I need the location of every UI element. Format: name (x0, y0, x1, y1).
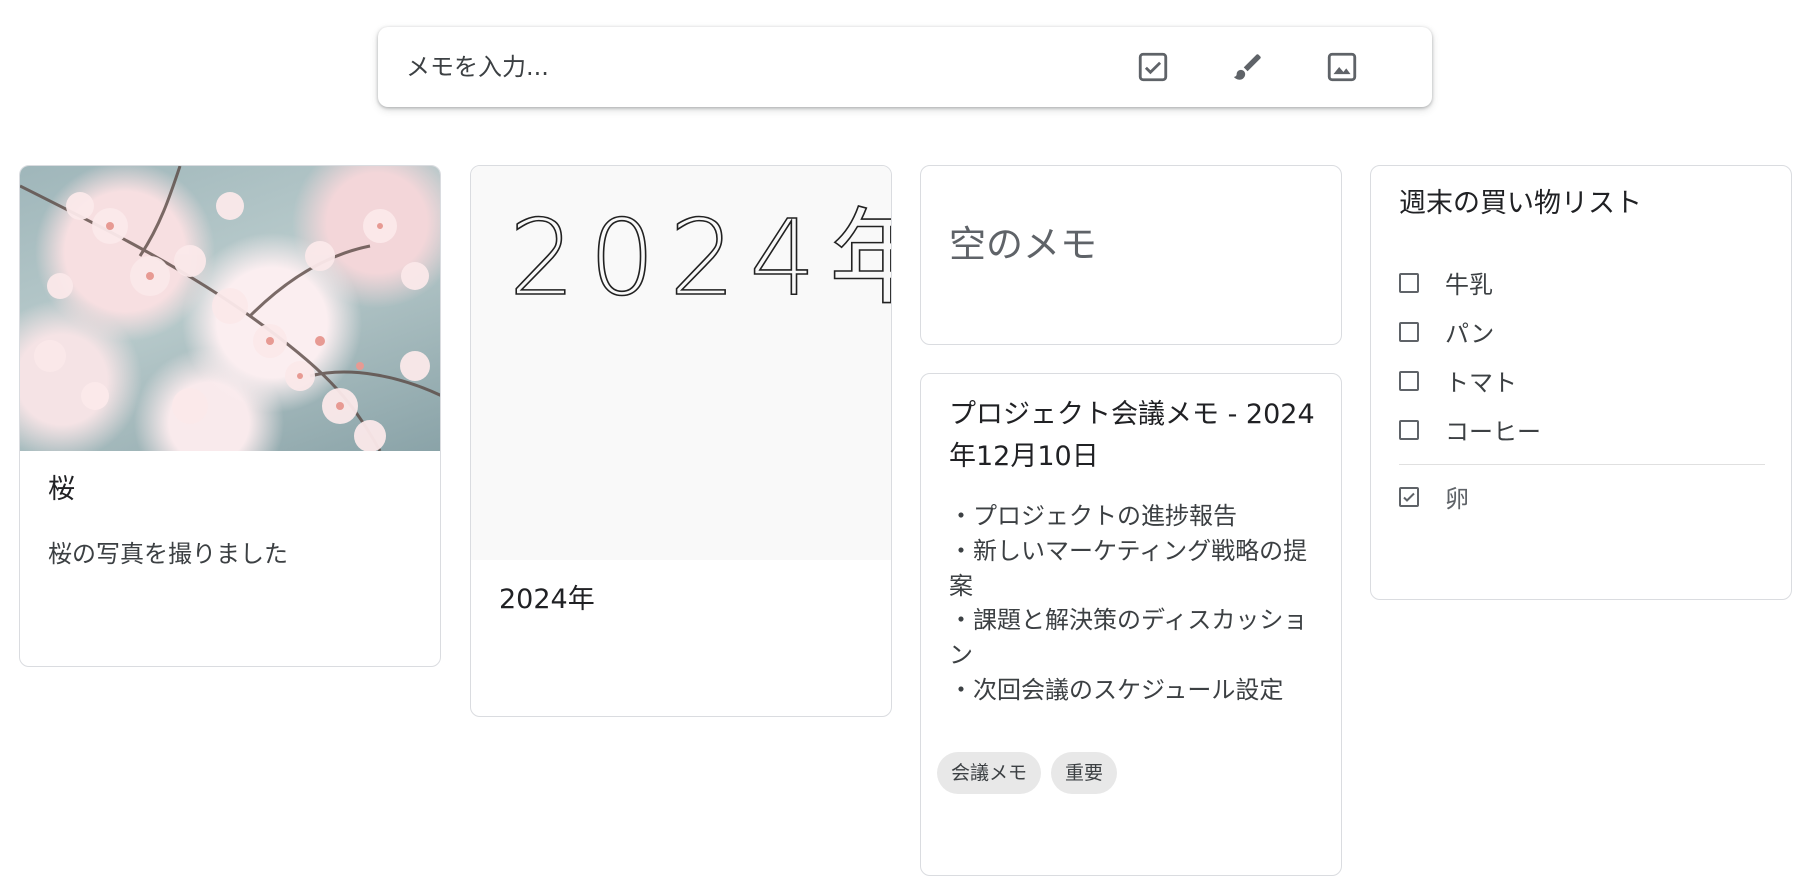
checklist-item-text: パン (1445, 320, 1495, 348)
checkmark-icon (1403, 492, 1415, 502)
checkbox[interactable] (1399, 272, 1419, 293)
new-drawing-button[interactable] (1224, 43, 1272, 91)
checkbox[interactable] (1399, 321, 1419, 342)
image-icon (1327, 52, 1357, 82)
note-card-drawing[interactable]: 2024年 2024年 (470, 165, 892, 717)
checklist-item: トマト (1399, 356, 1765, 405)
note-line: ・プロジェクトの進捗報告 (949, 502, 1237, 530)
note-card-meeting[interactable]: プロジェクト会議メモ - 2024年12月10日 ・プロジェクトの進捗報告 ・新… (920, 373, 1342, 876)
note-line: ・次回会議のスケジュール設定 (949, 675, 1284, 704)
checklist-item: パン (1399, 307, 1765, 356)
note-card-shopping-list[interactable]: 週末の買い物リスト 牛乳 パン トマト コーヒー 卵 (1370, 165, 1792, 600)
note-title: 2024年 (499, 584, 595, 615)
note-card-sakura[interactable]: 桜 桜の写真を撮りました (19, 165, 441, 667)
checklist-item-checked: 卵 (1399, 472, 1765, 521)
sakura-photo (20, 166, 440, 451)
checkbox-icon (1138, 52, 1168, 82)
checkbox[interactable] (1399, 370, 1419, 391)
new-list-button[interactable] (1129, 43, 1177, 91)
checklist-item-text: 卵 (1445, 485, 1469, 513)
checklist-item: 牛乳 (1399, 258, 1765, 307)
label-chips: 会議メモ 重要 (937, 752, 1118, 794)
drawing-canvas: 2024年 (471, 166, 891, 560)
label-chip[interactable]: 重要 (1051, 752, 1118, 794)
note-line: ・課題と解決策のディスカッション (949, 606, 1308, 670)
handwriting-drawing: 2024年 (508, 196, 892, 320)
note-card-empty[interactable]: 空のメモ (920, 165, 1342, 345)
brush-icon (1233, 54, 1261, 80)
checkbox[interactable] (1399, 419, 1419, 440)
note-text: 桜の写真を撮りました (48, 540, 288, 568)
svg-text:2024年: 2024年 (509, 197, 892, 319)
note-title: 空のメモ (949, 223, 1097, 266)
take-note-placeholder[interactable]: メモを入力... (406, 27, 549, 107)
new-image-button[interactable] (1318, 43, 1366, 91)
note-line: ・新しいマーケティング戦略の提案 (949, 536, 1308, 600)
checklist-item-text: トマト (1445, 369, 1517, 397)
note-title: 桜 (48, 474, 75, 505)
checklist: 牛乳 パン トマト コーヒー 卵 (1399, 258, 1765, 521)
note-title: プロジェクト会議メモ - 2024年12月10日 (949, 399, 1315, 472)
checkbox-checked[interactable] (1399, 486, 1419, 507)
note-body: ・プロジェクトの進捗報告 ・新しいマーケティング戦略の提案 ・課題と解決策のディ… (949, 499, 1321, 708)
take-note-bar[interactable]: メモを入力... (378, 27, 1432, 107)
checklist-item-text: コーヒー (1445, 418, 1541, 446)
checklist-item: コーヒー (1399, 405, 1765, 454)
note-title: 週末の買い物リスト (1399, 188, 1642, 219)
label-chip[interactable]: 会議メモ (937, 752, 1042, 794)
checked-items-divider (1399, 464, 1765, 465)
checklist-item-text: 牛乳 (1445, 271, 1493, 299)
